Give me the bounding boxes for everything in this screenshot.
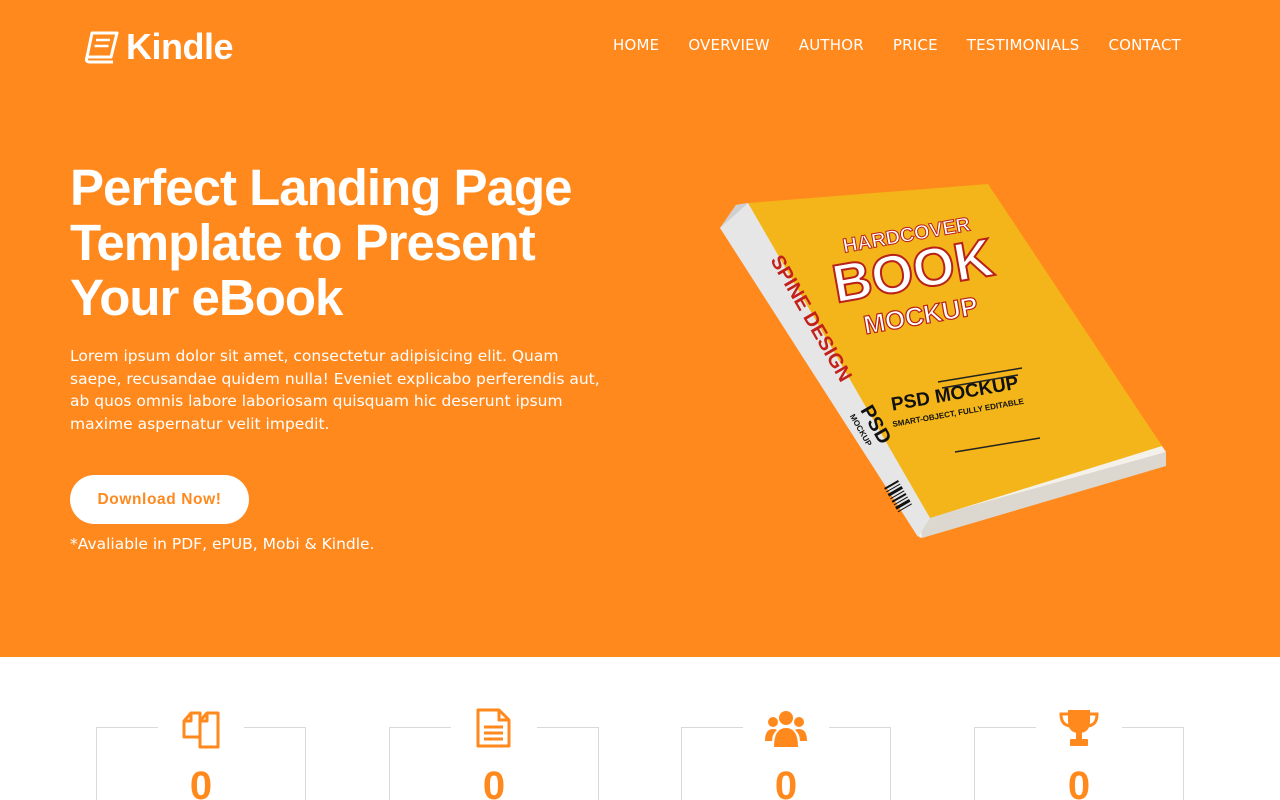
brand-name: Kindle (126, 26, 234, 67)
download-now-button[interactable]: Download Now! (70, 475, 249, 524)
main-nav: HOME OVERVIEW AUTHOR PRICE TESTIMONIALS … (613, 36, 1181, 54)
nav-price[interactable]: PRICE (893, 36, 938, 54)
hero-section: Kindle HOME OVERVIEW AUTHOR PRICE TESTIM… (0, 0, 1280, 657)
nav-overview[interactable]: OVERVIEW (688, 36, 769, 54)
nav-home[interactable]: HOME (613, 36, 659, 54)
stat-value: 0 (774, 764, 798, 800)
stat-icon-holder (451, 706, 537, 750)
trophy-icon (1059, 710, 1099, 746)
stat-card-users: 0 (681, 706, 891, 800)
stat-card-files: 0 (96, 706, 306, 800)
document-icon (476, 708, 511, 748)
stat-card-awards: 0 (974, 706, 1184, 800)
stat-icon-holder (743, 706, 829, 750)
users-icon (765, 711, 807, 747)
nav-author[interactable]: AUTHOR (799, 36, 864, 54)
stat-card-documents: 0 (389, 706, 599, 800)
nav-contact[interactable]: CONTACT (1108, 36, 1181, 54)
brand-logo[interactable]: Kindle (84, 26, 234, 68)
formats-note: *Avaliable in PDF, ePUB, Mobi & Kindle. (70, 535, 375, 553)
book-mockup-image: HARDCOVER BOOK MOCKUP PSD MOCKUP SMART-O… (720, 184, 1166, 538)
stat-value: 0 (1067, 764, 1091, 800)
nav-testimonials[interactable]: TESTIMONIALS (967, 36, 1080, 54)
stat-value: 0 (189, 764, 213, 800)
copy-files-icon (182, 711, 220, 749)
book-icon (84, 31, 119, 64)
stat-value: 0 (482, 764, 506, 800)
hero-description: Lorem ipsum dolor sit amet, consectetur … (70, 347, 600, 433)
hero-title: Perfect Landing Page Template to Present… (70, 159, 572, 326)
stat-icon-holder (1036, 706, 1122, 750)
stat-icon-holder (158, 706, 244, 750)
